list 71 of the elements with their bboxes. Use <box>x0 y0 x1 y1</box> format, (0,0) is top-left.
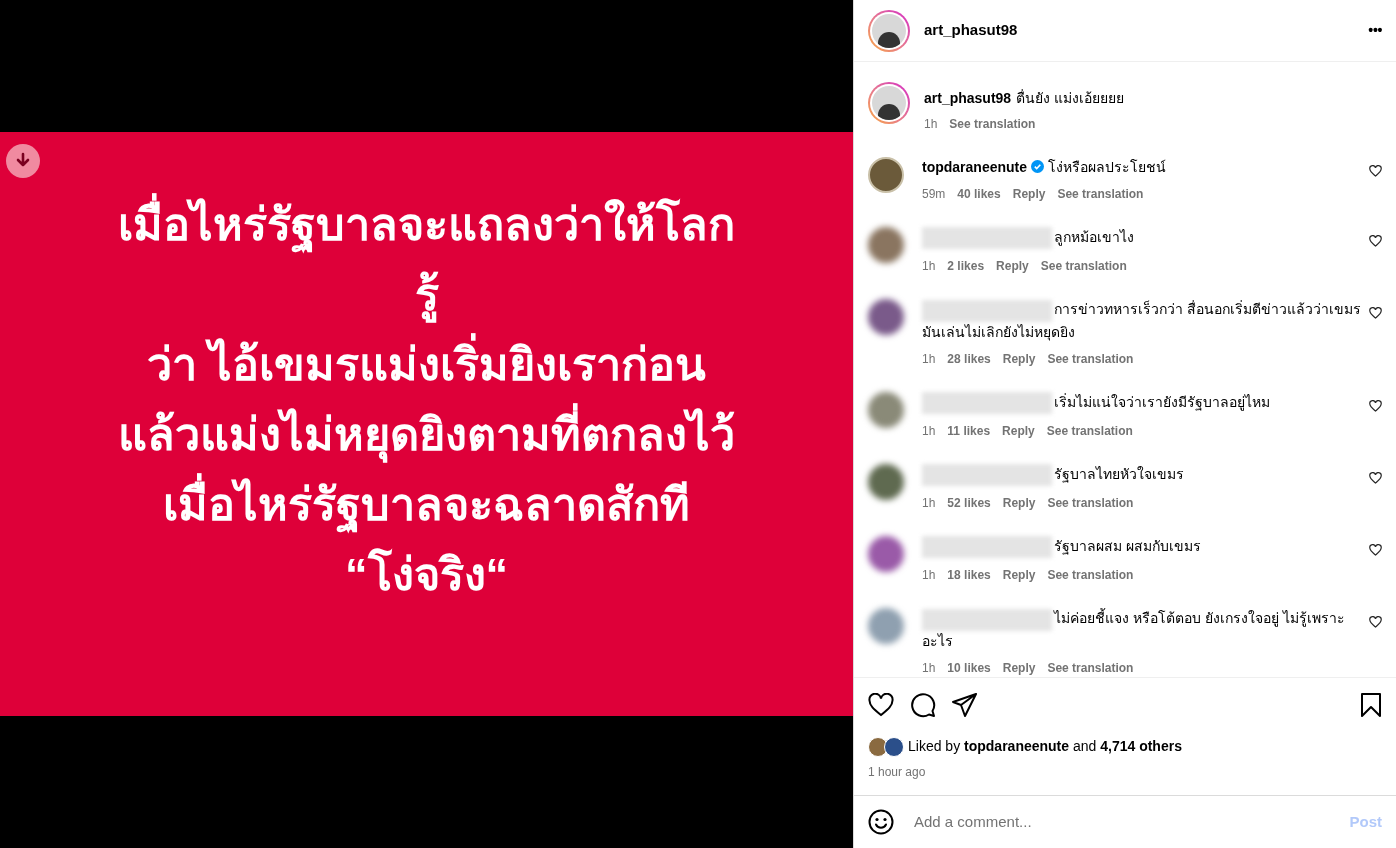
likes-count[interactable]: 2 likes <box>947 257 985 276</box>
reply-link[interactable]: Reply <box>1002 494 1036 513</box>
reply-link[interactable]: Reply <box>1002 349 1036 368</box>
comment-text: ไม่ค่อยชี้แจง หรือโต้ตอบ ยังเกรงใจอยู่ ไม่รู้เพราะอะไร <box>922 610 1345 649</box>
translation-link[interactable]: See translation <box>1057 185 1144 203</box>
avatar[interactable] <box>868 463 904 500</box>
like-icon[interactable] <box>868 693 894 717</box>
image-text-line: เมื่อไหร่รัฐบาลจะฉลาดสักที <box>163 470 690 540</box>
timestamp: 59m <box>922 186 946 203</box>
comment-input[interactable]: Add a comment... <box>914 810 1350 834</box>
reply-link[interactable]: Reply <box>1002 566 1036 585</box>
translation-link[interactable]: See translation <box>1046 421 1133 440</box>
timestamp: 1h <box>924 116 938 133</box>
share-icon[interactable] <box>952 693 978 717</box>
post-time: 1 hour ago <box>868 764 927 781</box>
username[interactable]: topdaraneenute <box>922 159 1027 175</box>
likes-count[interactable]: 11 likes <box>947 421 991 440</box>
translation-link[interactable]: See translation <box>1047 349 1134 368</box>
like-icon[interactable] <box>1369 399 1382 412</box>
image-text-line: “โง่จริง“ <box>345 547 508 602</box>
like-icon[interactable] <box>1369 307 1382 320</box>
image-text-line: แล้วแม่งไม่หยุดยิงตามที่ตกลงไว้ <box>118 400 735 470</box>
avatar[interactable] <box>868 157 904 193</box>
timestamp: 1h <box>922 258 936 276</box>
likes-count[interactable]: 28 likes <box>947 349 991 368</box>
comment-icon[interactable] <box>910 692 936 718</box>
comment-text: การข่าวทหารเร็วกว่า สื่อนอกเริ่มตีข่าวแล้วว่าเขมรมันเล่นไม่เลิกยังไม่หยุดยิง <box>922 301 1361 340</box>
reply-link[interactable]: Reply <box>1012 185 1046 203</box>
like-icon[interactable] <box>1369 544 1382 557</box>
translation-link[interactable]: See translation <box>1047 494 1134 513</box>
comment-text: เริ่มไม่แน่ใจว่าเรายังมีรัฐบาลอยู่ไหม <box>1054 393 1270 410</box>
reply-link[interactable]: Reply <box>996 257 1029 276</box>
avatar[interactable] <box>868 9 910 52</box>
username[interactable]: art_phasut98 <box>924 88 1012 109</box>
like-icon[interactable] <box>1369 165 1382 177</box>
translation-link[interactable]: See translation <box>1047 658 1134 677</box>
likes-count[interactable]: 18 likes <box>947 566 991 585</box>
image-text-line: รู้ <box>414 260 439 330</box>
reply-link[interactable]: Reply <box>1002 658 1036 677</box>
translation-link[interactable]: See translation <box>949 115 1036 133</box>
liker-avatar <box>868 736 888 757</box>
likes-count[interactable]: 10 likes <box>947 658 991 677</box>
more-options-button[interactable]: ••• <box>1368 20 1382 41</box>
image-text-line: ว่า ไอ้เขมรแม่งเริ่มยิงเราก่อน <box>146 330 707 400</box>
comment-text: ลูกหม้อเขาไง <box>1054 229 1134 245</box>
comment-text: โง่หรือผลประโยชน์ <box>1048 159 1166 175</box>
download-icon[interactable] <box>6 144 40 178</box>
like-icon[interactable] <box>1369 235 1382 247</box>
like-icon[interactable] <box>1369 471 1382 484</box>
bookmark-icon[interactable] <box>1360 692 1382 718</box>
liker-avatar <box>884 736 904 757</box>
timestamp: 1h <box>922 659 936 677</box>
comment-text: รัฐบาลไทยหัวใจเขมร <box>1054 465 1184 482</box>
reply-link[interactable]: Reply <box>1002 421 1035 440</box>
timestamp: 1h <box>922 495 936 513</box>
translation-link[interactable]: See translation <box>1040 257 1127 276</box>
image-text-line: เมื่อไหร่รัฐบาลจะแถลงว่าให้โลก <box>118 190 735 260</box>
translation-link[interactable]: See translation <box>1047 566 1134 585</box>
caption-text: ตื่นยัง แม่งเอ้ยยยย <box>1016 88 1125 108</box>
timestamp: 1h <box>922 422 936 440</box>
likes-count[interactable]: 40 likes <box>957 185 1001 203</box>
comment-text: รัฐบาลผสม ผสมกับเขมร <box>1054 538 1201 555</box>
avatar[interactable] <box>868 299 904 336</box>
likes-count[interactable]: 52 likes <box>947 494 991 513</box>
like-icon[interactable] <box>1369 616 1382 629</box>
timestamp: 1h <box>922 350 936 368</box>
timestamp: 1h <box>922 567 936 585</box>
avatar[interactable] <box>868 82 910 124</box>
username[interactable]: art_phasut98 <box>924 19 1018 42</box>
emoji-icon[interactable] <box>868 809 894 835</box>
likes-summary: Liked by topdaraneenute and 4,714 others <box>908 737 1182 756</box>
